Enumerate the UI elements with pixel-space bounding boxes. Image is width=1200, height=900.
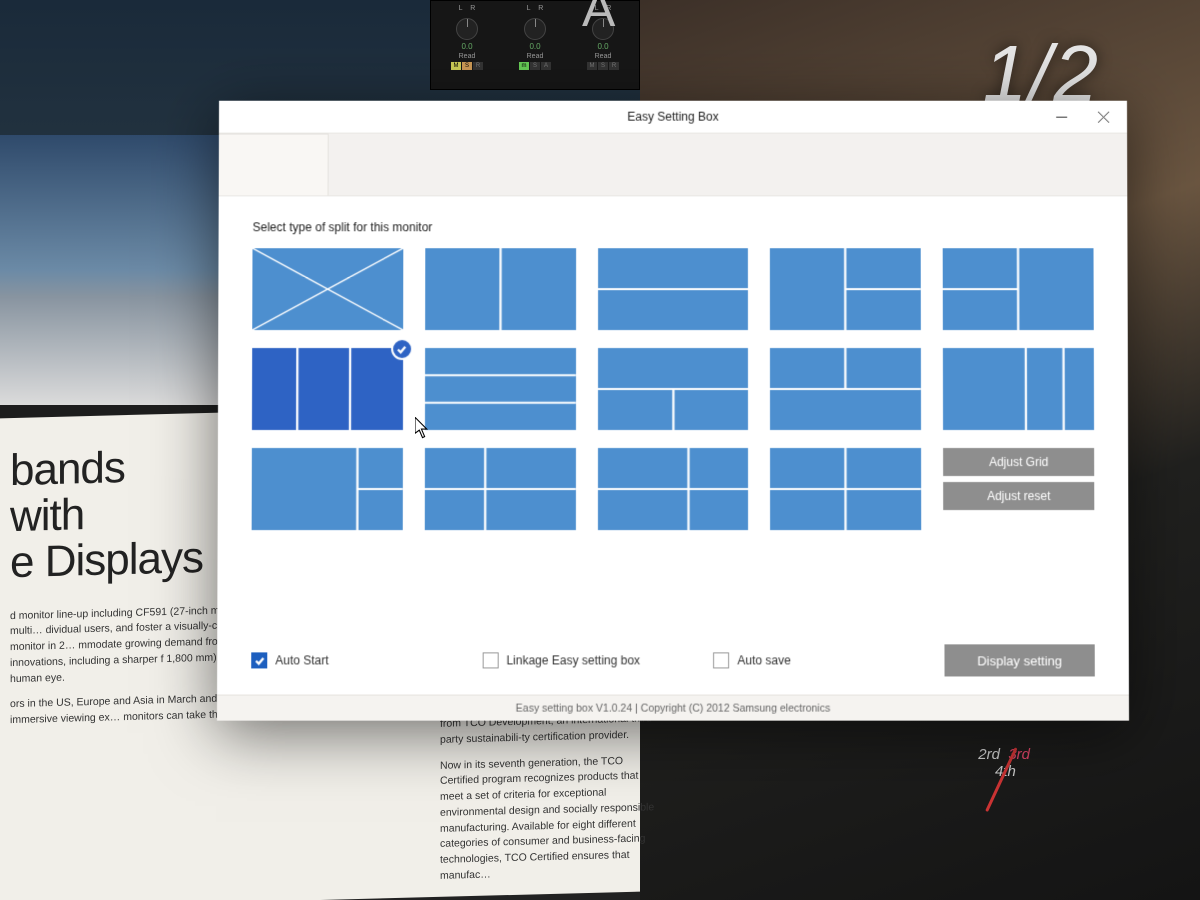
layout-2-1[interactable] <box>943 248 1094 330</box>
layout-h-split-2[interactable] <box>598 248 749 330</box>
layout-v-split-2[interactable] <box>425 248 576 330</box>
layout-top-2bottom[interactable] <box>598 348 749 430</box>
wallpaper-landscape <box>0 135 230 405</box>
channel-letter-a: A <box>582 0 615 38</box>
auto-save-label: Auto save <box>737 653 790 667</box>
monitor-tab-1[interactable] <box>219 134 329 196</box>
layout-none[interactable] <box>252 248 403 330</box>
selected-check-icon <box>391 338 413 360</box>
titlebar[interactable]: Easy Setting Box <box>219 101 1127 133</box>
layout-2x2-a[interactable] <box>425 448 576 530</box>
minimize-button[interactable] <box>1041 103 1081 131</box>
layout-2top-1bottom[interactable] <box>770 348 921 430</box>
status-bar: Easy setting box V1.0.24 | Copyright (C)… <box>217 695 1129 721</box>
layout-1-2[interactable] <box>770 248 921 330</box>
layout-3col-narrow-left[interactable] <box>252 348 403 430</box>
checkbox-empty-icon <box>482 652 498 668</box>
layout-2x2-b[interactable] <box>598 448 749 530</box>
layout-3row[interactable] <box>425 348 576 430</box>
layout-2x2[interactable] <box>770 448 921 530</box>
window-title: Easy Setting Box <box>627 109 718 123</box>
speedometer-needle <box>930 720 1050 840</box>
checkbox-checked-icon <box>251 652 267 668</box>
easy-setting-box-window: Easy Setting Box Select type of split fo… <box>217 101 1129 721</box>
auto-start-checkbox[interactable]: Auto Start <box>251 652 466 668</box>
split-prompt: Select type of split for this monitor <box>253 220 1094 234</box>
adjust-reset-button[interactable]: Adjust reset <box>943 482 1094 510</box>
layout-left-2right[interactable] <box>252 448 403 530</box>
footer-bar: Auto Start Linkage Easy setting box Auto… <box>217 626 1129 694</box>
close-button[interactable] <box>1083 103 1123 131</box>
display-setting-button[interactable]: Display setting <box>944 644 1094 676</box>
adjust-grid-button[interactable]: Adjust Grid <box>943 448 1094 476</box>
auto-start-label: Auto Start <box>275 653 329 667</box>
layout-grid: Adjust Grid Adjust reset <box>252 248 1095 530</box>
content-area: Select type of split for this monitor <box>217 196 1128 626</box>
linkage-checkbox[interactable]: Linkage Easy setting box <box>482 652 697 668</box>
linkage-label: Linkage Easy setting box <box>506 653 640 667</box>
layout-3col-narrow-right[interactable] <box>943 348 1094 430</box>
monitor-tab-strip <box>219 133 1128 197</box>
checkbox-empty-icon <box>713 652 729 668</box>
auto-save-checkbox[interactable]: Auto save <box>713 652 928 668</box>
